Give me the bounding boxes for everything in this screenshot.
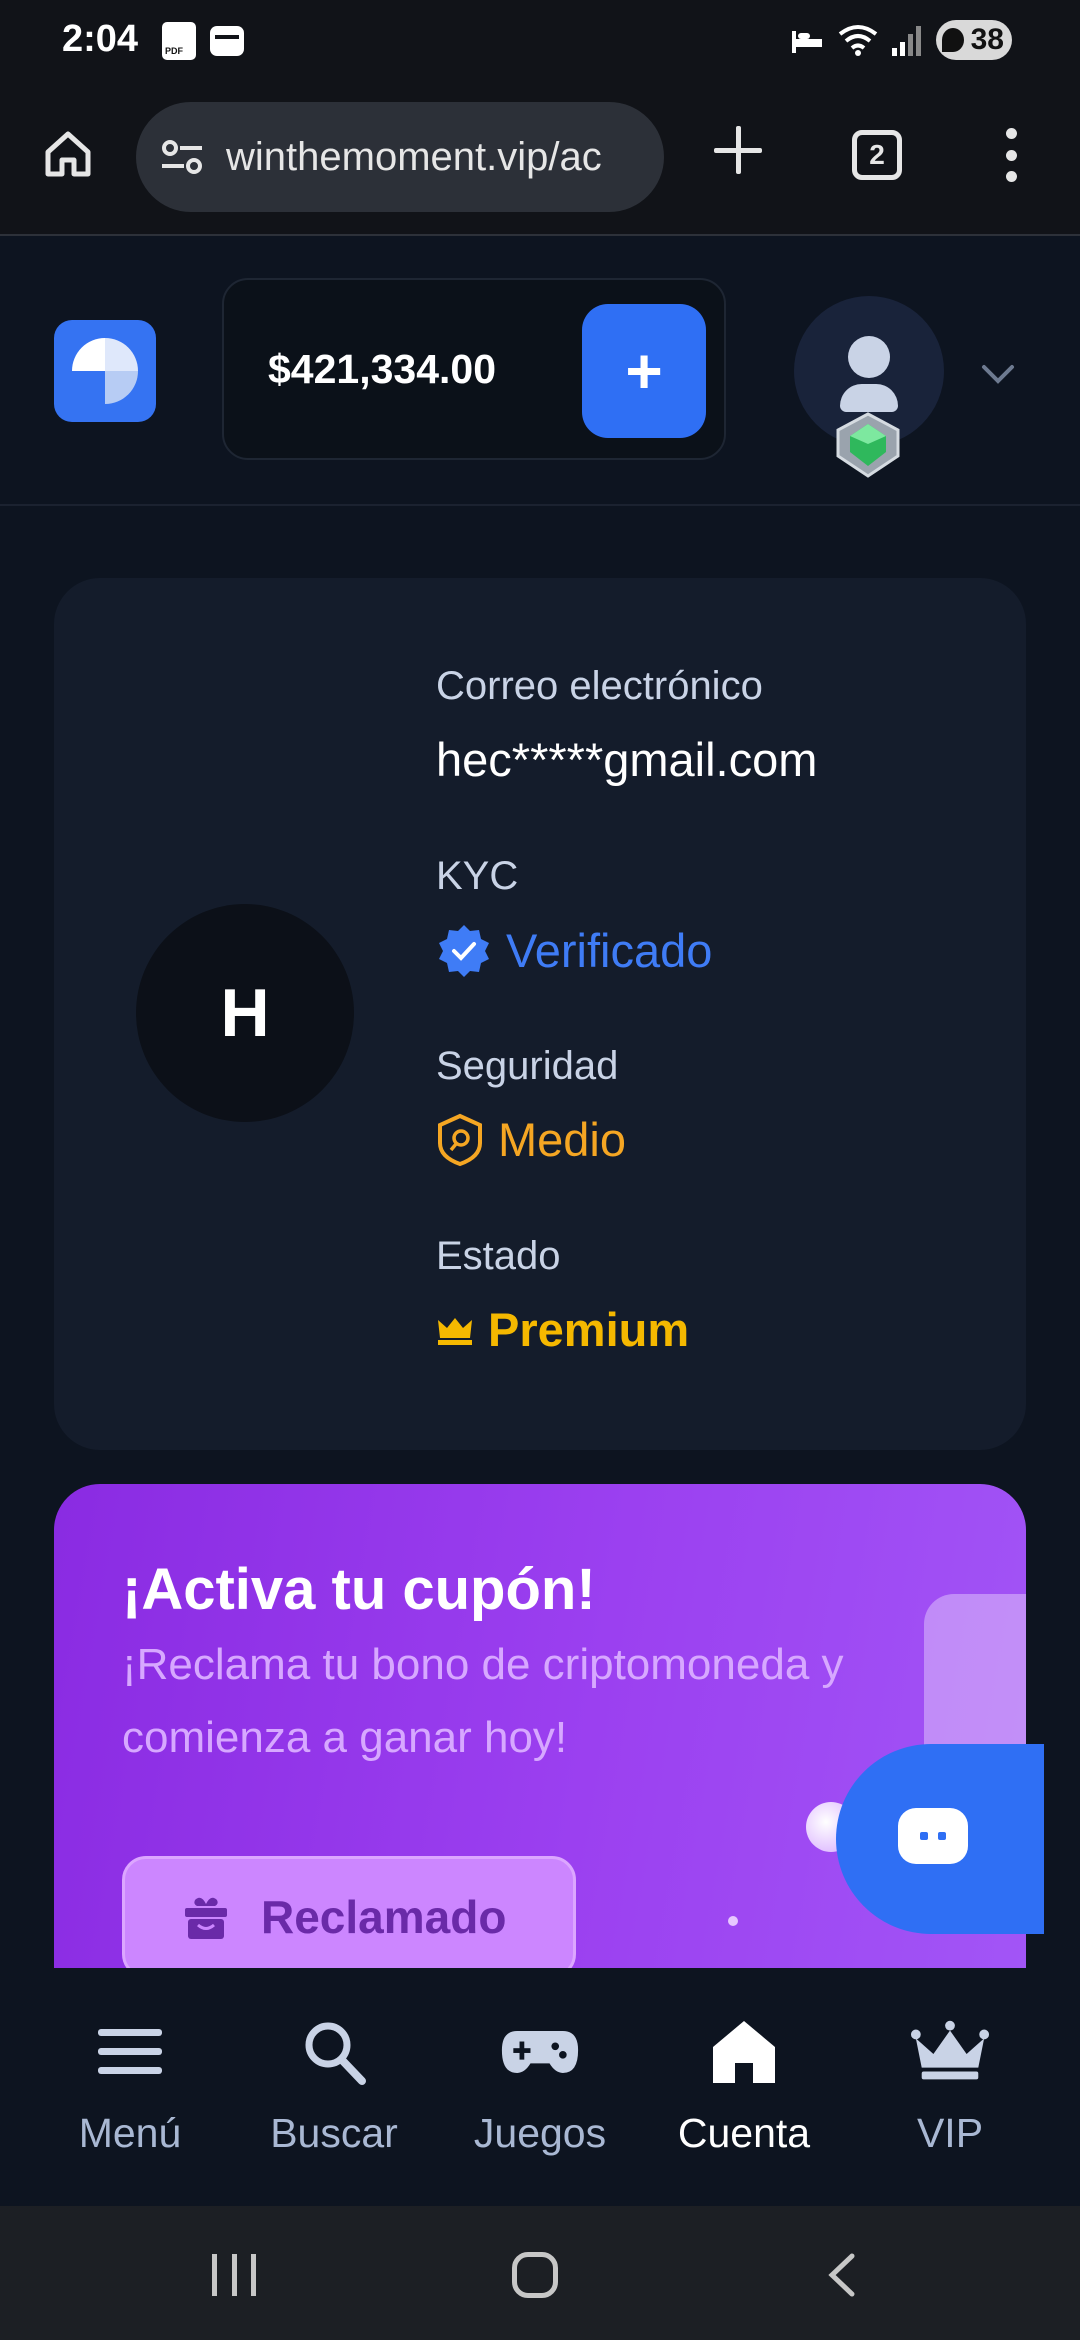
profile-avatar: H bbox=[136, 904, 354, 1122]
claim-coupon-button[interactable]: Reclamado bbox=[122, 1856, 576, 1968]
home-icon bbox=[713, 2021, 775, 2083]
claim-button-label: Reclamado bbox=[261, 1891, 507, 1943]
user-icon bbox=[848, 336, 890, 378]
kyc-status-text: Verificado bbox=[506, 923, 713, 977]
browser-menu-icon[interactable] bbox=[1004, 128, 1018, 182]
browser-home-icon[interactable] bbox=[42, 128, 94, 180]
nav-item-account[interactable]: Cuenta bbox=[636, 1970, 852, 2206]
balance-amount: $421,334.00 bbox=[268, 346, 497, 392]
email-text: hec*****gmail.com bbox=[436, 733, 818, 786]
url-text: winthemoment.vip/ac bbox=[226, 134, 602, 179]
profile-card: H Correo electrónico hec*****gmail.com K… bbox=[54, 578, 1026, 1450]
status-bar: 2:04 PDF 38 bbox=[0, 0, 1080, 84]
wifi-icon bbox=[838, 25, 878, 56]
status-right: 38 bbox=[790, 20, 1012, 60]
status-time: 2:04 bbox=[62, 18, 139, 60]
logo-icon bbox=[72, 338, 138, 404]
nav-item-search[interactable]: Buscar bbox=[226, 1970, 442, 2206]
nav-item-vip[interactable]: VIP bbox=[842, 1970, 1058, 2206]
balance-box[interactable]: $421,334.00 + bbox=[222, 278, 726, 460]
nav-item-menu[interactable]: Menú bbox=[22, 1970, 238, 2206]
chevron-down-icon[interactable] bbox=[980, 356, 1016, 392]
nav-label-menu: Menú bbox=[78, 2110, 182, 2156]
hamburger-icon bbox=[98, 2029, 162, 2074]
security-level-text: Medio bbox=[498, 1113, 627, 1166]
alarm-bed-icon bbox=[792, 31, 822, 53]
battery-indicator: 38 bbox=[936, 20, 1012, 60]
chat-support-button[interactable] bbox=[836, 1744, 1044, 1934]
nav-item-games[interactable]: Juegos bbox=[432, 1970, 648, 2206]
bottom-navigation: Menú Buscar Juegos Cuenta VIP bbox=[0, 1970, 1080, 2206]
nav-label-vip: VIP bbox=[916, 2110, 984, 2156]
verified-badge-icon bbox=[439, 925, 489, 977]
page: { "status": { "time": "2:04", "battery":… bbox=[0, 0, 1080, 2340]
gamepad-icon bbox=[501, 2031, 579, 2073]
coupon-decoration-dot bbox=[728, 1916, 738, 1926]
status-label: Estado bbox=[436, 1234, 561, 1278]
coupon-title: ¡Activa tu cupón! bbox=[122, 1557, 596, 1622]
crown-icon bbox=[438, 1317, 472, 1345]
signal-icon bbox=[892, 26, 921, 56]
wallet-notification-icon bbox=[210, 26, 244, 56]
email-value: hec*****gmail.com bbox=[436, 732, 817, 787]
recent-apps-icon[interactable] bbox=[212, 2254, 256, 2296]
nav-label-account: Cuenta bbox=[677, 2110, 811, 2156]
crown-icon bbox=[910, 2020, 990, 2080]
system-navigation-bar bbox=[0, 2206, 1080, 2340]
nav-label-search: Buscar bbox=[270, 2110, 398, 2156]
deposit-button[interactable]: + bbox=[582, 304, 706, 438]
notification-icons: PDF bbox=[162, 22, 244, 60]
kyc-value: Verificado bbox=[436, 922, 712, 978]
security-label: Seguridad bbox=[436, 1044, 619, 1088]
battery-level: 38 bbox=[970, 23, 1004, 56]
security-value: Medio bbox=[436, 1112, 626, 1167]
rank-badge-icon bbox=[836, 412, 900, 478]
coupon-description: ¡Reclama tu bono de criptomoneda y comie… bbox=[122, 1640, 844, 1762]
kyc-label: KYC bbox=[436, 854, 519, 898]
browser-toolbar: winthemoment.vip/ac 2 bbox=[0, 84, 1080, 236]
email-label: Correo electrónico bbox=[436, 664, 763, 708]
url-bar[interactable]: winthemoment.vip/ac bbox=[136, 102, 664, 212]
pdf-notification-icon: PDF bbox=[162, 22, 196, 60]
system-home-icon[interactable] bbox=[512, 2252, 558, 2298]
gift-icon bbox=[185, 1897, 227, 1939]
nav-label-games: Juegos bbox=[473, 2110, 607, 2156]
site-settings-icon[interactable] bbox=[160, 139, 204, 175]
new-tab-button[interactable] bbox=[712, 124, 764, 176]
status-level-text: Premium bbox=[488, 1303, 690, 1356]
shield-icon bbox=[438, 1113, 482, 1166]
tab-switcher-button[interactable]: 2 bbox=[852, 130, 902, 180]
chat-icon bbox=[898, 1808, 968, 1864]
status-value: Premium bbox=[436, 1302, 689, 1357]
site-header: $421,334.00 + bbox=[0, 238, 1080, 506]
site-logo[interactable] bbox=[54, 320, 156, 422]
search-icon bbox=[305, 2022, 366, 2085]
back-icon[interactable] bbox=[820, 2252, 866, 2298]
